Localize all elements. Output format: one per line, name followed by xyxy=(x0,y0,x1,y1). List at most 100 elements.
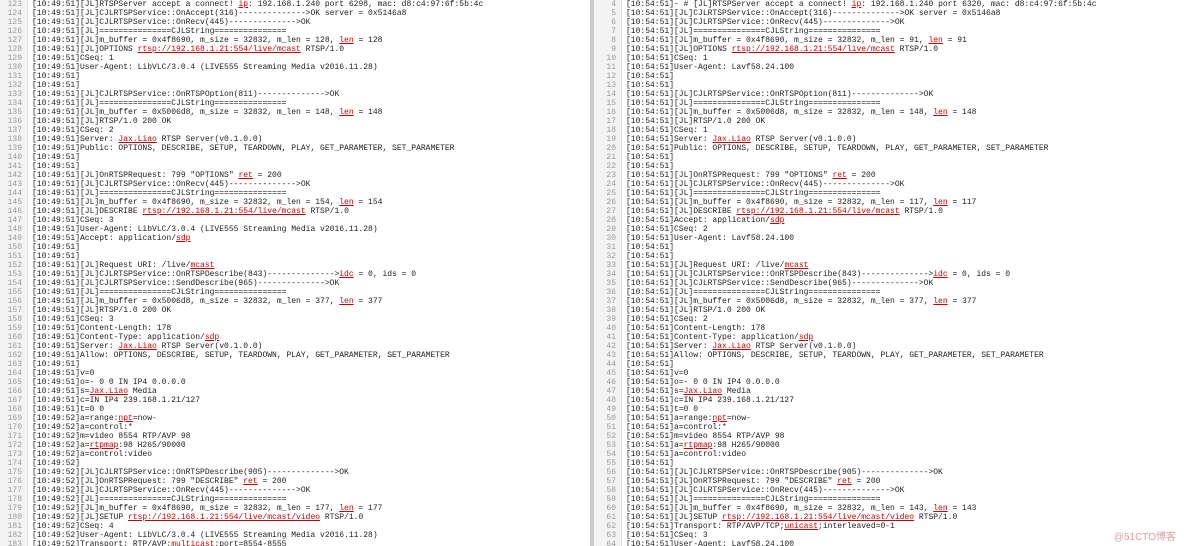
code-line[interactable]: 52[10:54:51]m=video 8554 RTP/AVP 98 xyxy=(594,432,1184,441)
code-line[interactable]: 46[10:54:51]o=- 0 0 IN IP4 0.0.0.0 xyxy=(594,378,1184,387)
code-line[interactable]: 20[10:54:51]Public: OPTIONS, DESCRIBE, S… xyxy=(594,144,1184,153)
code-line[interactable]: 145[10:49:51][JL]m_buffer = 0x4f8690, m_… xyxy=(0,198,590,207)
code-line[interactable]: 124[10:49:51][JL]CJLRTSPService::OnAccep… xyxy=(0,9,590,18)
code-line[interactable]: 49[10:54:51]t=0 0 xyxy=(594,405,1184,414)
code-line[interactable]: 148[10:49:51]User-Agent: LibVLC/3.0.4 (L… xyxy=(0,225,590,234)
code-line[interactable]: 173[10:49:52]a=control:video xyxy=(0,450,590,459)
code-line[interactable]: 13[10:54:51] xyxy=(594,81,1184,90)
code-line[interactable]: 170[10:49:52]a=control:* xyxy=(0,423,590,432)
code-line[interactable]: 51[10:54:51]a=control:* xyxy=(594,423,1184,432)
code-line[interactable]: 143[10:49:51][JL]CJLRTSPService::OnRecv(… xyxy=(0,180,590,189)
code-line[interactable]: 126[10:49:51][JL]===============CJLStrin… xyxy=(0,27,590,36)
code-line[interactable]: 140[10:49:51] xyxy=(0,153,590,162)
code-line[interactable]: 165[10:49:51]o=- 0 0 IN IP4 0.0.0.0 xyxy=(0,378,590,387)
code-line[interactable]: 64[10:54:51]User-Agent: Lavf58.24.100 xyxy=(594,540,1184,546)
code-line[interactable]: 177[10:49:52][JL]CJLRTSPService::OnRecv(… xyxy=(0,486,590,495)
code-line[interactable]: 169[10:49:52]a=range:npt=now- xyxy=(0,414,590,423)
code-line[interactable]: 4[10:54:51]- # [JL]RTSPServer accept a c… xyxy=(594,0,1184,9)
code-line[interactable]: 21[10:54:51] xyxy=(594,153,1184,162)
code-line[interactable]: 175[10:49:52][JL]CJLRTSPService::OnRTSPD… xyxy=(0,468,590,477)
code-line[interactable]: 137[10:49:51]CSeq: 2 xyxy=(0,126,590,135)
code-line[interactable]: 159[10:49:51]Content-Length: 178 xyxy=(0,324,590,333)
code-line[interactable]: 7[10:54:51][JL]===============CJLString=… xyxy=(594,27,1184,36)
code-line[interactable]: 164[10:49:51]v=0 xyxy=(0,369,590,378)
code-line[interactable]: 50[10:54:51]a=range:npt=now- xyxy=(594,414,1184,423)
code-line[interactable]: 59[10:54:51][JL]===============CJLString… xyxy=(594,495,1184,504)
code-line[interactable]: 16[10:54:51][JL]m_buffer = 0x5006d8, m_s… xyxy=(594,108,1184,117)
code-line[interactable]: 11[10:54:51]User-Agent: Lavf58.24.100 xyxy=(594,63,1184,72)
code-line[interactable]: 163[10:49:51] xyxy=(0,360,590,369)
code-line[interactable]: 37[10:54:51][JL]m_buffer = 0x5006d8, m_s… xyxy=(594,297,1184,306)
code-line[interactable]: 149[10:49:51]Accept: application/sdp xyxy=(0,234,590,243)
code-line[interactable]: 167[10:49:51]c=IN IP4 239.168.1.21/127 xyxy=(0,396,590,405)
code-line[interactable]: 156[10:49:51][JL]m_buffer = 0x5006d8, m_… xyxy=(0,297,590,306)
code-line[interactable]: 40[10:54:51]Content-Length: 178 xyxy=(594,324,1184,333)
code-line[interactable]: 9[10:54:51][JL]OPTIONS rtsp://192.168.1.… xyxy=(594,45,1184,54)
left-pane[interactable]: 123[10:49:51][JL]RTSPServer accept a con… xyxy=(0,0,594,546)
code-line[interactable]: 27[10:54:51][JL]DESCRIBE rtsp://192.168.… xyxy=(594,207,1184,216)
code-line[interactable]: 136[10:49:51][JL]RTSP/1.0 200 OK xyxy=(0,117,590,126)
right-code-lines[interactable]: 4[10:54:51]- # [JL]RTSPServer accept a c… xyxy=(594,0,1184,546)
code-line[interactable]: 41[10:54:51]Content-Type: application/sd… xyxy=(594,333,1184,342)
code-line[interactable]: 160[10:49:51]Content-Type: application/s… xyxy=(0,333,590,342)
code-line[interactable]: 12[10:54:51] xyxy=(594,72,1184,81)
code-line[interactable]: 154[10:49:51][JL]CJLRTSPService::SendDes… xyxy=(0,279,590,288)
code-line[interactable]: 55[10:54:51] xyxy=(594,459,1184,468)
code-line[interactable]: 63[10:54:51]CSeq: 3 xyxy=(594,531,1184,540)
code-line[interactable]: 141[10:49:51] xyxy=(0,162,590,171)
code-line[interactable]: 61[10:54:51][JL]SETUP rtsp://192.168.1.2… xyxy=(594,513,1184,522)
code-line[interactable]: 44[10:54:51] xyxy=(594,360,1184,369)
code-line[interactable]: 34[10:54:51][JL]CJLRTSPService::OnRTSPDe… xyxy=(594,270,1184,279)
code-line[interactable]: 172[10:49:52]a=rtpmap:98 H265/90000 xyxy=(0,441,590,450)
code-line[interactable]: 19[10:54:51]Server: Jax.Liao RTSP Server… xyxy=(594,135,1184,144)
code-line[interactable]: 23[10:54:51][JL]OnRTSPRequest: 799 "OPTI… xyxy=(594,171,1184,180)
right-pane[interactable]: 4[10:54:51]- # [JL]RTSPServer accept a c… xyxy=(594,0,1184,546)
code-line[interactable]: 35[10:54:51][JL]CJLRTSPService::SendDesc… xyxy=(594,279,1184,288)
code-line[interactable]: 6[10:54:51][JL]CJLRTSPService::OnRecv(44… xyxy=(594,18,1184,27)
code-line[interactable]: 151[10:49:51] xyxy=(0,252,590,261)
code-line[interactable]: 178[10:49:52][JL]===============CJLStrin… xyxy=(0,495,590,504)
code-line[interactable]: 5[10:54:51][JL]CJLRTSPService::OnAccept(… xyxy=(594,9,1184,18)
code-line[interactable]: 174[10:49:52] xyxy=(0,459,590,468)
code-line[interactable]: 29[10:54:51]CSeq: 2 xyxy=(594,225,1184,234)
code-line[interactable]: 129[10:49:51]CSeq: 1 xyxy=(0,54,590,63)
code-line[interactable]: 22[10:54:51] xyxy=(594,162,1184,171)
code-line[interactable]: 42[10:54:51]Server: Jax.Liao RTSP Server… xyxy=(594,342,1184,351)
code-line[interactable]: 25[10:54:51][JL]===============CJLString… xyxy=(594,189,1184,198)
code-line[interactable]: 62[10:54:51]Transport: RTP/AVP/TCP;unica… xyxy=(594,522,1184,531)
code-line[interactable]: 39[10:54:51]CSeq: 2 xyxy=(594,315,1184,324)
code-line[interactable]: 144[10:49:51][JL]===============CJLStrin… xyxy=(0,189,590,198)
code-line[interactable]: 147[10:49:51]CSeq: 3 xyxy=(0,216,590,225)
code-line[interactable]: 182[10:49:52]User-Agent: LibVLC/3.0.4 (L… xyxy=(0,531,590,540)
code-line[interactable]: 10[10:54:51]CSeq: 1 xyxy=(594,54,1184,63)
code-line[interactable]: 128[10:49:51][JL]OPTIONS rtsp://192.168.… xyxy=(0,45,590,54)
code-line[interactable]: 43[10:54:51]Allow: OPTIONS, DESCRIBE, SE… xyxy=(594,351,1184,360)
code-line[interactable]: 150[10:49:51] xyxy=(0,243,590,252)
code-line[interactable]: 45[10:54:51]v=0 xyxy=(594,369,1184,378)
code-line[interactable]: 38[10:54:51][JL]RTSP/1.0 200 OK xyxy=(594,306,1184,315)
code-line[interactable]: 8[10:54:51][JL]m_buffer = 0x4f8690, m_si… xyxy=(594,36,1184,45)
code-line[interactable]: 176[10:49:52][JL]OnRTSPRequest: 799 "DES… xyxy=(0,477,590,486)
code-line[interactable]: 30[10:54:51]User-Agent: Lavf58.24.100 xyxy=(594,234,1184,243)
code-line[interactable]: 162[10:49:51]Allow: OPTIONS, DESCRIBE, S… xyxy=(0,351,590,360)
code-line[interactable]: 135[10:49:51][JL]m_buffer = 0x5006d8, m_… xyxy=(0,108,590,117)
code-line[interactable]: 157[10:49:51][JL]RTSP/1.0 200 OK xyxy=(0,306,590,315)
code-line[interactable]: 15[10:54:51][JL]===============CJLString… xyxy=(594,99,1184,108)
code-line[interactable]: 155[10:49:51][JL]===============CJLStrin… xyxy=(0,288,590,297)
code-line[interactable]: 58[10:54:51][JL]CJLRTSPService::OnRecv(4… xyxy=(594,486,1184,495)
code-line[interactable]: 24[10:54:51][JL]CJLRTSPService::OnRecv(4… xyxy=(594,180,1184,189)
code-line[interactable]: 48[10:54:51]c=IN IP4 239.168.1.21/127 xyxy=(594,396,1184,405)
code-line[interactable]: 161[10:49:51]Server: Jax.Liao RTSP Serve… xyxy=(0,342,590,351)
code-line[interactable]: 130[10:49:51]User-Agent: LibVLC/3.0.4 (L… xyxy=(0,63,590,72)
code-line[interactable]: 32[10:54:51] xyxy=(594,252,1184,261)
code-line[interactable]: 132[10:49:51] xyxy=(0,81,590,90)
code-line[interactable]: 17[10:54:51][JL]RTSP/1.0 200 OK xyxy=(594,117,1184,126)
code-line[interactable]: 123[10:49:51][JL]RTSPServer accept a con… xyxy=(0,0,590,9)
code-line[interactable]: 158[10:49:51]CSeq: 3 xyxy=(0,315,590,324)
left-code-lines[interactable]: 123[10:49:51][JL]RTSPServer accept a con… xyxy=(0,0,590,546)
code-line[interactable]: 18[10:54:51]CSeq: 1 xyxy=(594,126,1184,135)
code-line[interactable]: 131[10:49:51] xyxy=(0,72,590,81)
code-line[interactable]: 180[10:49:52][JL]SETUP rtsp://192.168.1.… xyxy=(0,513,590,522)
code-line[interactable]: 133[10:49:51][JL]CJLRTSPService::OnRTSPO… xyxy=(0,90,590,99)
code-line[interactable]: 125[10:49:51][JL]CJLRTSPService::OnRecv(… xyxy=(0,18,590,27)
